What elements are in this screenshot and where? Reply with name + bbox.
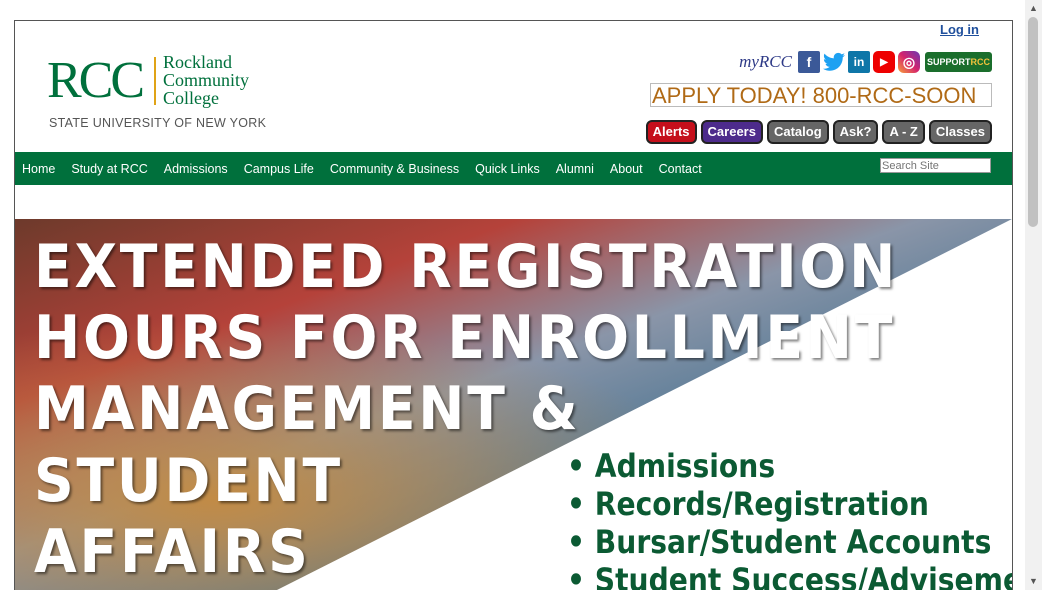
social-links: myRCC f in ▶ ◎ SUPPORTRCC <box>739 51 992 73</box>
login-link[interactable]: Log in <box>940 22 979 37</box>
logo-initials: RCC <box>47 52 145 109</box>
quick-buttons: Alerts Careers Catalog Ask? A - Z Classe… <box>645 120 992 144</box>
bullet-bursar: • Bursar/Student Accounts <box>567 523 992 561</box>
logo-name: Rockland Community College <box>163 53 249 107</box>
classes-button[interactable]: Classes <box>928 120 992 144</box>
hero-banner[interactable]: EXTENDED REGISTRATION HOURS FOR ENROLLME… <box>15 219 1012 590</box>
nav-item-quick-links[interactable]: Quick Links <box>475 162 540 176</box>
facebook-icon[interactable]: f <box>797 51 820 73</box>
logo-suny-text: STATE UNIVERSITY OF NEW YORK <box>49 116 267 130</box>
nav-item-admissions[interactable]: Admissions <box>164 162 228 176</box>
banner-headline-line3: MANAGEMENT & <box>34 374 581 444</box>
banner-bullets: • Admissions • Records/Registration • Bu… <box>567 447 1012 590</box>
rcc-logo[interactable]: RCC Rockland Community College STATE UNI… <box>47 53 277 133</box>
support-rcc-button[interactable]: SUPPORTRCC <box>924 52 992 72</box>
vertical-scrollbar[interactable]: ▲ ▼ <box>1025 0 1042 590</box>
apply-today-banner[interactable]: APPLY TODAY! 800-RCC-SOON <box>650 83 992 107</box>
nav-item-study[interactable]: Study at RCC <box>71 162 147 176</box>
nav-item-about[interactable]: About <box>610 162 643 176</box>
banner-headline-line1: EXTENDED REGISTRATION <box>34 232 899 302</box>
alerts-button[interactable]: Alerts <box>645 120 697 144</box>
bullet-admissions: • Admissions <box>567 447 776 485</box>
twitter-icon[interactable] <box>822 51 845 73</box>
scroll-up-icon[interactable]: ▲ <box>1025 0 1042 17</box>
banner-headline-line4: STUDENT <box>34 446 343 516</box>
myrcc-link[interactable]: myRCC <box>739 52 792 72</box>
support-suffix: RCC <box>970 57 991 67</box>
bullet-records: • Records/Registration <box>567 485 929 523</box>
ask-button[interactable]: Ask? <box>832 120 879 144</box>
logo-name-line3: College <box>163 88 219 108</box>
nav-item-home[interactable]: Home <box>22 162 55 176</box>
catalog-button[interactable]: Catalog <box>766 120 829 144</box>
instagram-icon[interactable]: ◎ <box>897 51 920 73</box>
page-frame: Log in RCC Rockland Community College ST… <box>14 20 1013 590</box>
youtube-icon[interactable]: ▶ <box>872 51 895 73</box>
nav-item-alumni[interactable]: Alumni <box>556 162 594 176</box>
logo-name-line2: Community <box>163 70 250 90</box>
banner-headline-line5: AFFAIRS <box>34 517 311 587</box>
nav-item-contact[interactable]: Contact <box>659 162 702 176</box>
linkedin-icon[interactable]: in <box>847 51 870 73</box>
nav-item-campus-life[interactable]: Campus Life <box>244 162 314 176</box>
search-input[interactable] <box>880 158 991 173</box>
logo-divider <box>154 57 156 105</box>
nav-item-community[interactable]: Community & Business <box>330 162 459 176</box>
main-nav: Home Study at RCC Admissions Campus Life… <box>15 152 1012 185</box>
a-z-button[interactable]: A - Z <box>882 120 925 144</box>
careers-button[interactable]: Careers <box>700 120 763 144</box>
bullet-student-success: • Student Success/Advisement <box>567 561 1012 590</box>
scroll-down-icon[interactable]: ▼ <box>1025 573 1042 590</box>
banner-headline-line2: HOURS FOR ENROLLMENT <box>34 303 896 373</box>
scroll-thumb[interactable] <box>1028 17 1038 227</box>
support-prefix: SUPPORT <box>926 57 971 67</box>
logo-name-line1: Rockland <box>163 52 232 72</box>
